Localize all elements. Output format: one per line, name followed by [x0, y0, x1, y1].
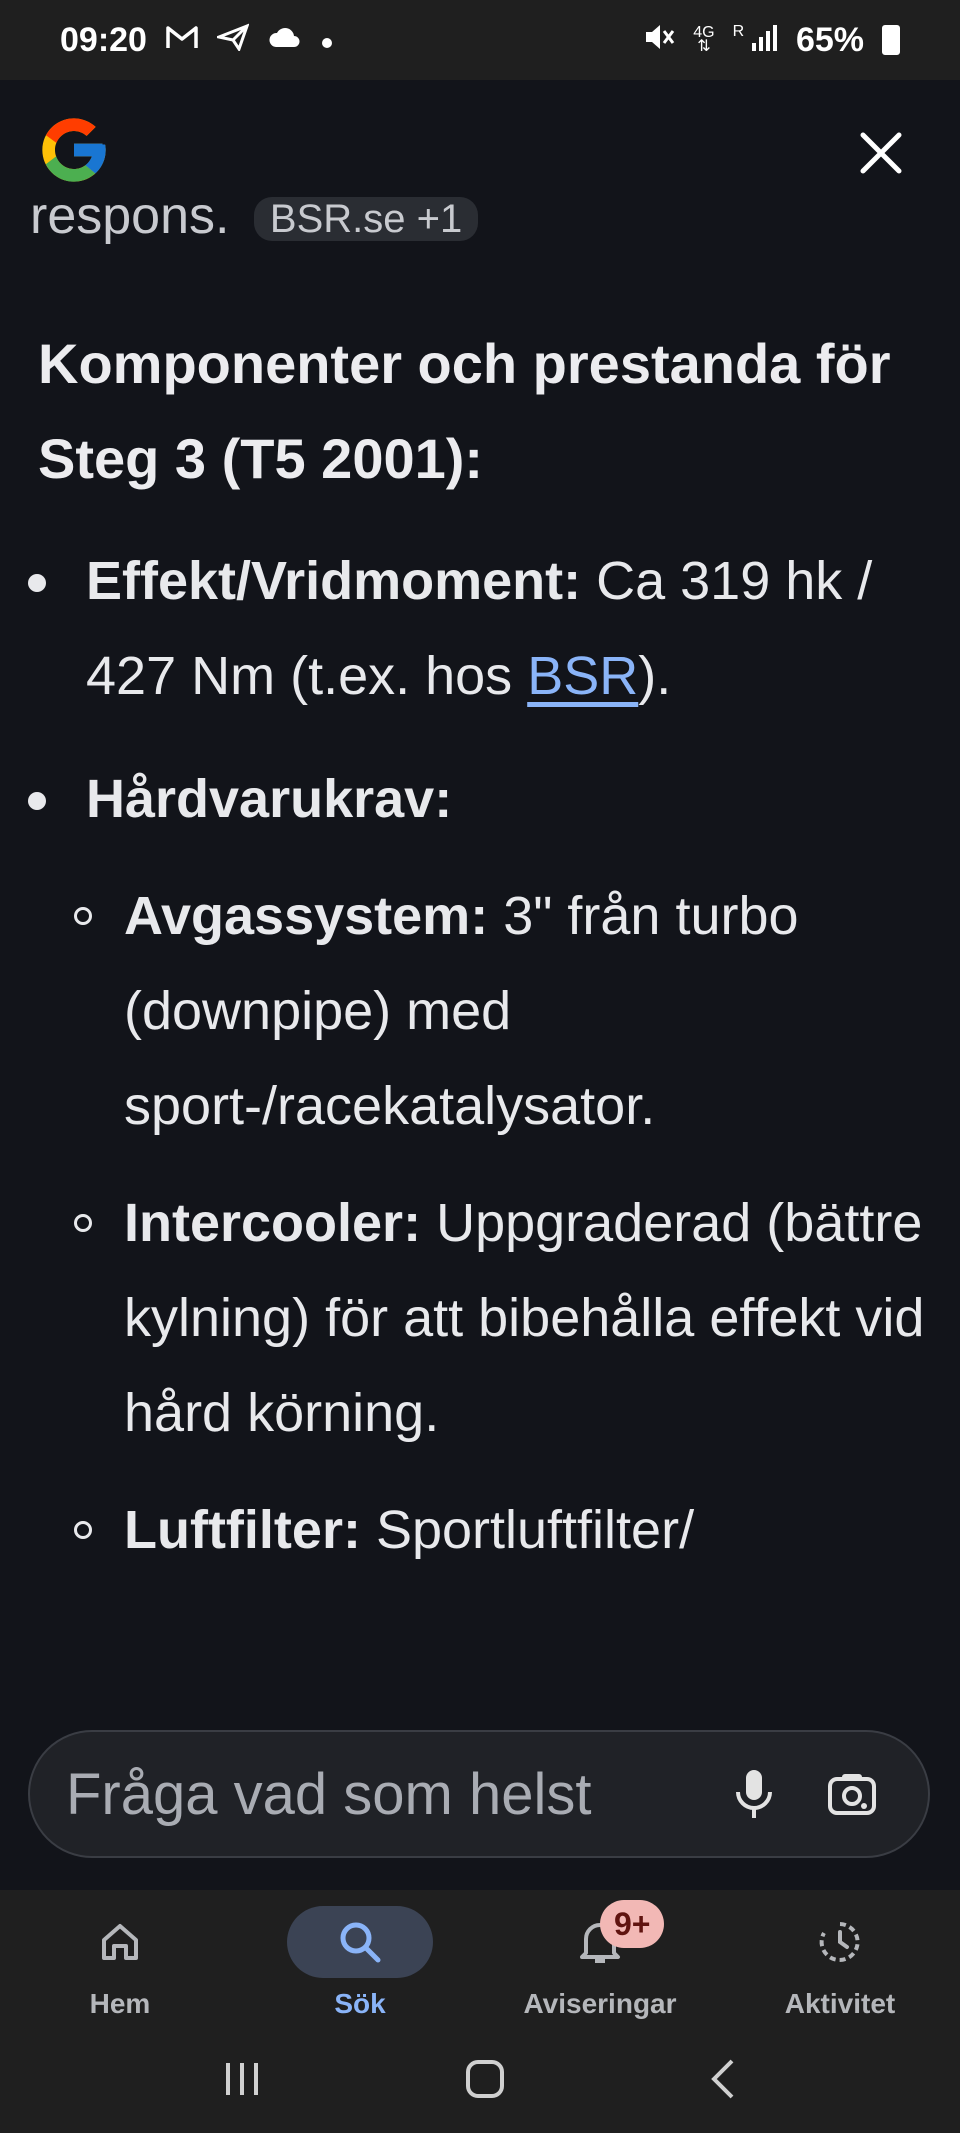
item-label: Avgassystem: [124, 886, 489, 946]
home-button-icon [465, 2060, 504, 2098]
section-heading: Komponenter och prestanda för Steg 3 (T5… [38, 332, 891, 490]
item-label: Effekt/Vridmoment: [86, 551, 582, 611]
4g-icon: 4G ⇅ [693, 24, 715, 55]
sub-list-item: Avgassystem: 3" från turbo (downpipe) me… [38, 869, 928, 1154]
cloud-icon [267, 24, 303, 56]
nav-icon-container [287, 1906, 433, 1978]
nav-home[interactable]: Hem [0, 1890, 240, 2030]
google-logo [42, 118, 106, 182]
nav-icon-container [47, 1906, 193, 1978]
activity-icon [819, 1922, 860, 1962]
list-item: Hårdvarukrav: Avgassystem: 3" från turbo… [28, 752, 928, 1578]
nav-icon-container [767, 1906, 913, 1978]
recent-apps-button[interactable] [222, 2061, 262, 2102]
mic-icon[interactable] [714, 1754, 794, 1834]
bottom-navigation: Hem Sök Aviseringar 9+ Aktivitet [0, 1890, 960, 2030]
nav-search[interactable]: Sök [240, 1890, 480, 2030]
answer-body: Komponenter och prestanda för Steg 3 (T5… [28, 316, 928, 1578]
status-time: 09:20 [60, 20, 147, 59]
battery-icon [882, 25, 900, 55]
dot-icon [321, 24, 333, 56]
item-text: Sportluftfilter/ [375, 1500, 695, 1560]
close-icon [860, 132, 902, 174]
cut-off-text-line: respons. BSR.se +1 [30, 187, 479, 245]
back-button[interactable] [708, 2057, 738, 2106]
back-icon [711, 2059, 734, 2099]
system-navigation [0, 2030, 960, 2133]
status-right: 4G ⇅ R 65% [643, 21, 900, 60]
source-chip-label: BSR.se +1 [269, 197, 463, 242]
nav-notifications[interactable]: Aviseringar 9+ [480, 1890, 720, 2030]
nav-activity[interactable]: Aktivitet [720, 1890, 960, 2030]
nav-label: Hem [89, 1988, 151, 2019]
roaming-label: R [732, 22, 745, 40]
ai-answer-panel: respons. BSR.se +1 Komponenter och prest… [0, 80, 960, 1890]
gmail-icon [165, 24, 199, 57]
source-chip[interactable]: BSR.se +1 [253, 197, 479, 242]
item-text-end: ). [638, 646, 672, 706]
cut-text: respons. [30, 187, 230, 245]
status-bar: 09:20 4G ⇅ R 65% [0, 0, 960, 80]
sub-list-item: Luftfilter: Sportluftfilter/ [38, 1483, 928, 1578]
item-label: Luftfilter: [124, 1500, 361, 1560]
search-icon [340, 1922, 381, 1963]
home-icon [102, 1924, 138, 1960]
ask-input[interactable]: Fråga vad som helst [66, 1761, 696, 1828]
list-item: Effekt/Vridmoment: Ca 319 hk / 427 Nm (t… [28, 534, 928, 724]
network-label: 4G [693, 24, 715, 41]
status-left: 09:20 [60, 21, 333, 60]
nav-label: Aviseringar [523, 1988, 677, 2019]
notification-badge: 9+ [600, 1900, 665, 1948]
send-icon [213, 22, 250, 58]
item-label: Intercooler: [124, 1193, 422, 1253]
sub-bullet-list: Avgassystem: 3" från turbo (downpipe) me… [38, 869, 928, 1578]
home-button[interactable] [465, 2059, 505, 2104]
sub-list-item: Intercooler: Uppgraderad (bättre kylning… [38, 1176, 928, 1461]
source-link[interactable]: BSR [527, 646, 638, 706]
item-label: Hårdvarukrav: [86, 769, 453, 829]
nav-label: Aktivitet [784, 1988, 896, 2019]
ask-input-bar[interactable]: Fråga vad som helst [28, 1730, 930, 1858]
battery-text: 65% [795, 20, 864, 59]
lens-camera-icon[interactable] [812, 1754, 892, 1834]
mute-icon [643, 22, 675, 59]
close-button[interactable] [856, 128, 906, 178]
nav-label: Sök [334, 1988, 386, 2019]
recent-apps-icon [225, 2063, 258, 2095]
signal-icon: R [733, 23, 778, 58]
bullet-list: Effekt/Vridmoment: Ca 319 hk / 427 Nm (t… [28, 534, 928, 1578]
